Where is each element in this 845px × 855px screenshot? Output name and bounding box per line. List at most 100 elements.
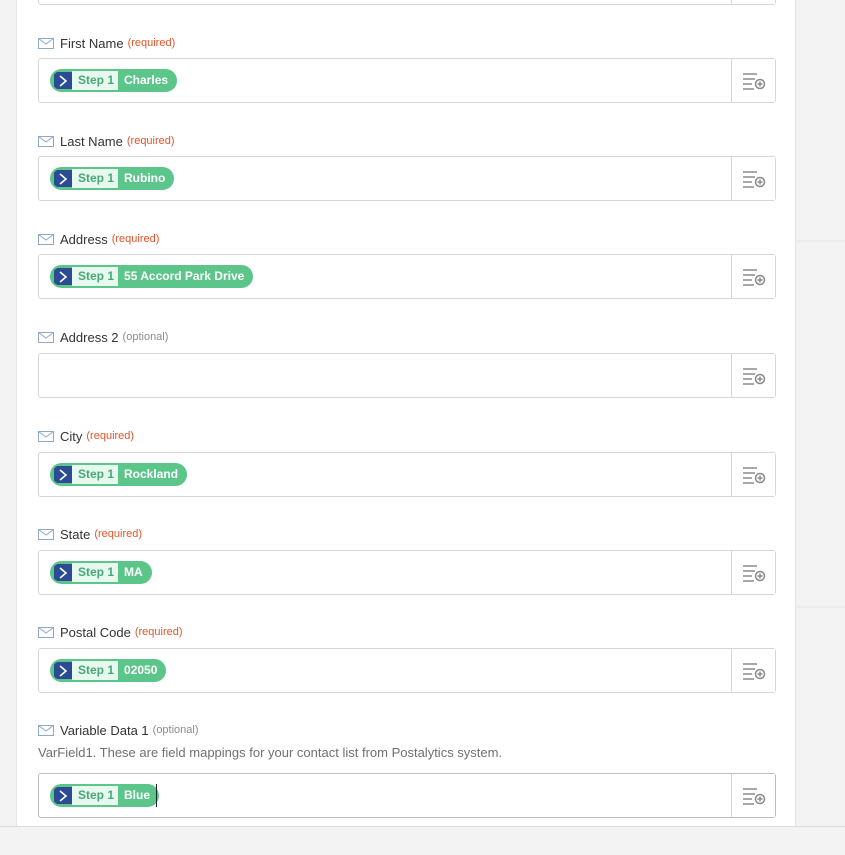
required-tag: (required) xyxy=(94,528,143,540)
chevron-right-icon xyxy=(54,170,72,187)
insert-field-icon xyxy=(742,72,765,90)
insert-field-button[interactable] xyxy=(731,59,775,102)
mapped-value-pill[interactable]: Step 1 Rubino xyxy=(50,167,175,190)
insert-field-button[interactable] xyxy=(731,649,775,692)
insert-field-button[interactable] xyxy=(731,0,775,4)
mail-icon xyxy=(38,37,54,49)
mapped-value-pill[interactable]: Step 1 55 Accord Park Drive xyxy=(50,265,254,288)
mapped-value-pill[interactable]: Step 1 Blue xyxy=(50,784,160,807)
pill-step-label: Step 1 xyxy=(72,786,119,805)
pill-step-label: Step 1 xyxy=(72,71,119,90)
mail-icon xyxy=(38,331,54,343)
pill-value: MA xyxy=(124,565,143,579)
text-cursor xyxy=(156,784,157,807)
field-label: Address xyxy=(60,231,108,247)
chevron-right-icon xyxy=(54,72,72,89)
insert-field-icon xyxy=(742,367,765,385)
field-label: Postal Code xyxy=(60,624,131,640)
required-tag: (required) xyxy=(126,135,175,147)
chevron-right-icon xyxy=(54,466,72,483)
address-input[interactable]: Step 1 55 Accord Park Drive xyxy=(38,254,776,299)
divider xyxy=(797,606,845,608)
postal-code-input[interactable]: Step 1 02050 xyxy=(38,648,776,693)
field-label: Address 2 xyxy=(60,329,119,345)
field-label: State xyxy=(60,526,91,542)
state-input[interactable]: Step 1 MA xyxy=(38,550,776,595)
previous-field-input[interactable] xyxy=(38,0,776,5)
field-label-row: Postal Code (required) xyxy=(38,623,776,641)
insert-field-button[interactable] xyxy=(731,774,775,817)
insert-field-icon xyxy=(742,170,765,188)
mail-icon xyxy=(38,430,54,442)
last-name-input[interactable]: Step 1 Rubino xyxy=(38,156,776,201)
field-address: Address (required) Step 1 55 Accord Park… xyxy=(38,230,776,299)
form-panel: First Name (required) Step 1 Charles Las… xyxy=(16,0,796,826)
pill-step-label: Step 1 xyxy=(72,563,119,582)
optional-tag: (optional) xyxy=(122,331,169,343)
variable-data-1-input[interactable]: Step 1 Blue xyxy=(38,773,776,818)
mapped-value-pill[interactable]: Step 1 Rockland xyxy=(50,463,188,486)
insert-field-button[interactable] xyxy=(731,255,775,298)
field-first-name: First Name (required) Step 1 Charles xyxy=(38,34,776,103)
required-tag: (required) xyxy=(86,430,135,442)
mail-icon xyxy=(38,528,54,540)
pill-value: Charles xyxy=(124,73,169,87)
insert-field-icon xyxy=(742,466,765,484)
insert-field-icon xyxy=(742,787,765,805)
field-label: Last Name xyxy=(60,133,123,149)
mapped-value-pill[interactable]: Step 1 Charles xyxy=(50,69,178,92)
optional-tag: (optional) xyxy=(152,724,199,736)
pill-value: Rubino xyxy=(124,171,166,185)
pill-step-label: Step 1 xyxy=(72,267,119,286)
insert-field-button[interactable] xyxy=(731,453,775,496)
pill-value: 02050 xyxy=(124,663,158,677)
mail-icon xyxy=(38,233,54,245)
field-label: City xyxy=(60,428,83,444)
insert-field-icon xyxy=(742,268,765,286)
insert-field-icon xyxy=(742,662,765,680)
insert-field-icon xyxy=(742,564,765,582)
field-label: First Name xyxy=(60,35,124,51)
field-label-row: Last Name (required) xyxy=(38,132,776,150)
first-name-input[interactable]: Step 1 Charles xyxy=(38,58,776,103)
mapped-value-pill[interactable]: Step 1 02050 xyxy=(50,659,167,682)
insert-field-button[interactable] xyxy=(731,551,775,594)
insert-field-button[interactable] xyxy=(731,354,775,397)
field-label: Variable Data 1 xyxy=(60,722,149,738)
field-help-text: VarField1. These are field mappings for … xyxy=(38,745,503,760)
field-city: City (required) Step 1 Rockland xyxy=(38,427,776,497)
field-postal-code: Postal Code (required) Step 1 02050 xyxy=(38,623,776,693)
pill-value: Blue xyxy=(124,788,151,802)
field-last-name: Last Name (required) Step 1 Rubino xyxy=(38,132,776,201)
pill-step-label: Step 1 xyxy=(72,169,119,188)
divider xyxy=(797,240,845,242)
field-variable-data-1: Variable Data 1 (optional) VarField1. Th… xyxy=(38,721,776,818)
chevron-right-icon xyxy=(54,662,72,679)
required-tag: (required) xyxy=(111,233,160,245)
mail-icon xyxy=(38,724,54,736)
pill-step-label: Step 1 xyxy=(72,661,119,680)
required-tag: (required) xyxy=(127,37,176,49)
mapped-value-pill[interactable]: Step 1 MA xyxy=(50,561,152,584)
insert-field-button[interactable] xyxy=(731,157,775,200)
pill-step-label: Step 1 xyxy=(72,465,119,484)
mail-icon xyxy=(38,135,54,147)
field-state: State (required) Step 1 MA xyxy=(38,525,776,595)
address-2-input[interactable] xyxy=(38,353,776,398)
bottom-bar xyxy=(0,826,845,855)
field-label-row: First Name (required) xyxy=(38,34,776,52)
field-label-row: Address 2 (optional) xyxy=(38,328,776,346)
field-label-row: City (required) xyxy=(38,427,776,445)
required-tag: (required) xyxy=(134,626,183,638)
field-label-row: Variable Data 1 (optional) xyxy=(38,721,776,739)
pill-value: Rockland xyxy=(124,467,179,481)
city-input[interactable]: Step 1 Rockland xyxy=(38,452,776,497)
field-label-row: State (required) xyxy=(38,525,776,543)
chevron-right-icon xyxy=(54,268,72,285)
chevron-right-icon xyxy=(54,564,72,581)
mail-icon xyxy=(38,626,54,638)
field-address-2: Address 2 (optional) xyxy=(38,328,776,398)
field-label-row: Address (required) xyxy=(38,230,776,248)
chevron-right-icon xyxy=(54,787,72,804)
pill-value: 55 Accord Park Drive xyxy=(124,269,245,283)
